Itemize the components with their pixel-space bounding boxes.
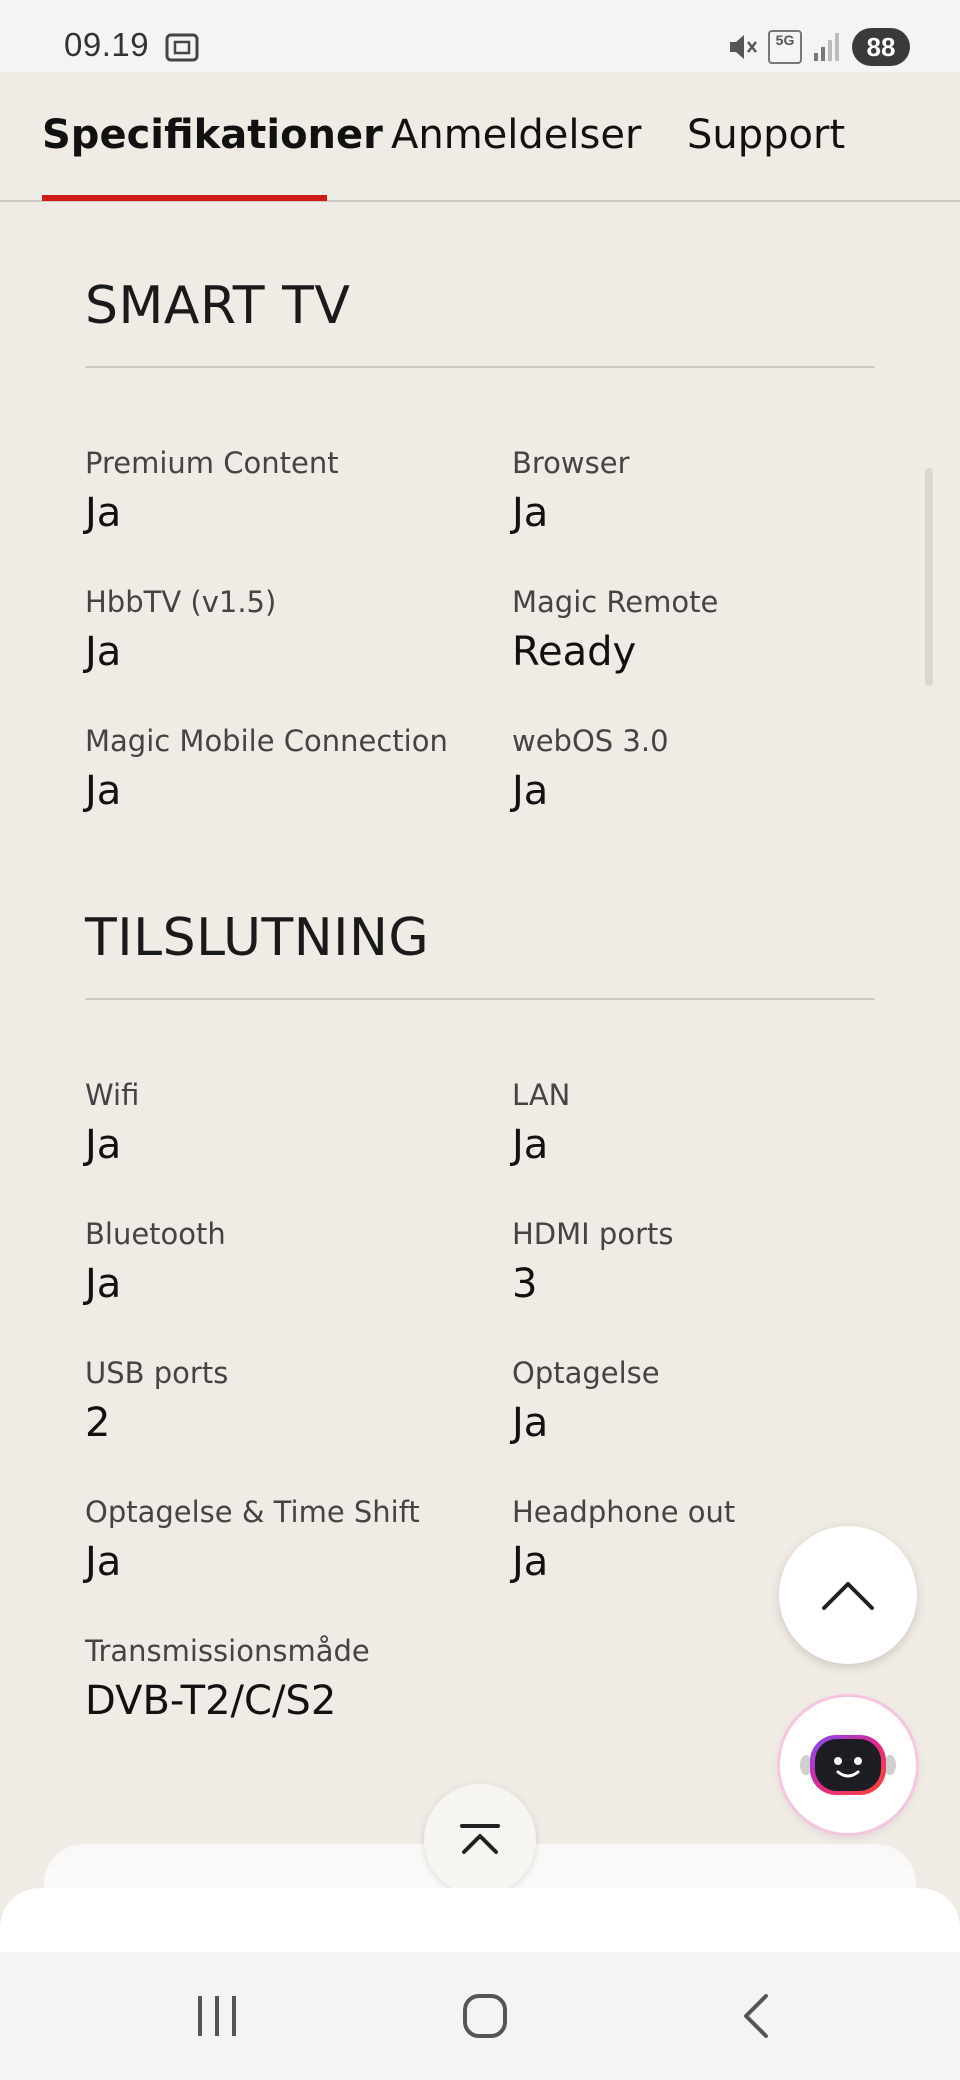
screenshot-icon <box>165 33 199 62</box>
spec-magic-mobile-connection: Magic Mobile Connection Ja <box>85 724 448 814</box>
back-to-top-icon <box>460 1824 500 1854</box>
spec-label: Transmissionsmåde <box>85 1634 370 1668</box>
spec-hbbtv: HbbTV (v1.5) Ja <box>85 585 276 675</box>
spec-value: Ja <box>85 490 122 536</box>
spec-value: Ja <box>512 768 549 814</box>
tab-anmeldelser[interactable]: Anmeldelser <box>391 112 641 158</box>
section-divider <box>85 998 875 1000</box>
spec-bluetooth: Bluetooth Ja <box>85 1217 226 1307</box>
nav-back-button[interactable] <box>720 1984 790 2048</box>
section-title-tilslutning: TILSLUTNING <box>85 908 430 968</box>
section-divider <box>85 366 875 368</box>
spec-value: Ja <box>512 1400 549 1446</box>
mute-icon <box>730 35 757 59</box>
home-icon <box>463 1994 507 2038</box>
spec-value: 2 <box>85 1400 111 1446</box>
battery-level: 88 <box>866 31 896 62</box>
spec-wifi: Wifi Ja <box>85 1078 139 1168</box>
spec-label: Headphone out <box>512 1495 736 1529</box>
spec-label: webOS 3.0 <box>512 724 669 758</box>
status-bar: 09.19 5G 88 <box>0 0 960 72</box>
spec-value: Ja <box>85 1539 122 1585</box>
spec-value: Ja <box>512 1122 549 1168</box>
spec-value: Ja <box>512 490 549 536</box>
spec-value: Ready <box>512 629 637 675</box>
spec-label: LAN <box>512 1078 571 1112</box>
spec-value: Ja <box>85 1122 122 1168</box>
status-time: 09.19 <box>64 26 150 63</box>
spec-label: Browser <box>512 446 630 480</box>
recents-icon <box>198 1996 236 2036</box>
spec-label: Wifi <box>85 1078 140 1112</box>
spec-webos: webOS 3.0 Ja <box>512 724 669 814</box>
spec-headphone-out: Headphone out Ja <box>512 1495 735 1585</box>
spec-label: Magic Remote <box>512 585 719 619</box>
nav-home-button[interactable] <box>450 1984 520 2048</box>
nav-recents-button[interactable] <box>182 1984 252 2048</box>
chatbot-button[interactable] <box>780 1697 916 1833</box>
network-type-icon: 5G <box>768 30 802 64</box>
back-icon <box>744 1994 768 2038</box>
spec-value: Ja <box>512 1539 549 1585</box>
tab-specifikationer[interactable]: Specifikationer <box>42 112 383 158</box>
spec-label: HbbTV (v1.5) <box>85 585 277 619</box>
section-title-smart-tv: SMART TV <box>85 276 351 336</box>
spec-hdmi-ports: HDMI ports 3 <box>512 1217 673 1307</box>
spec-label: Bluetooth <box>85 1217 226 1251</box>
signal-icon <box>814 33 839 61</box>
active-tab-indicator <box>42 195 327 201</box>
spec-lan: LAN Ja <box>512 1078 570 1168</box>
scrollbar-thumb[interactable] <box>925 468 933 686</box>
spec-label: Premium Content <box>85 446 339 480</box>
spec-value: Ja <box>85 629 122 675</box>
spec-value: Ja <box>85 768 122 814</box>
spec-optagelse: Optagelse Ja <box>512 1356 660 1446</box>
network-type-label: 5G <box>775 32 795 48</box>
system-nav-bar <box>0 1952 960 2080</box>
chevron-up-icon <box>822 1582 874 1610</box>
battery-indicator: 88 <box>852 28 910 66</box>
spec-magic-remote: Magic Remote Ready <box>512 585 718 675</box>
spec-label: HDMI ports <box>512 1217 674 1251</box>
spec-value: 3 <box>512 1261 538 1307</box>
spec-label: Optagelse <box>512 1356 660 1390</box>
spec-value: DVB-T2/C/S2 <box>85 1678 337 1724</box>
spec-label: USB ports <box>85 1356 229 1390</box>
tab-support[interactable]: Support <box>687 112 845 158</box>
back-to-top-button[interactable] <box>424 1784 536 1896</box>
spec-browser: Browser Ja <box>512 446 630 536</box>
scroll-up-button[interactable] <box>779 1526 917 1664</box>
spec-label: Magic Mobile Connection <box>85 724 448 758</box>
spec-usb-ports: USB ports 2 <box>85 1356 228 1446</box>
spec-label: Optagelse & Time Shift <box>85 1495 420 1529</box>
spec-premium-content: Premium Content Ja <box>85 446 339 536</box>
tab-bar: Specifikationer Anmeldelser Support <box>0 72 960 202</box>
chatbot-robot-icon <box>800 1735 896 1795</box>
spec-value: Ja <box>85 1261 122 1307</box>
spec-optagelse-time-shift: Optagelse & Time Shift Ja <box>85 1495 420 1585</box>
spec-transmissionsmaade: Transmissionsmåde DVB-T2/C/S2 <box>85 1634 370 1724</box>
